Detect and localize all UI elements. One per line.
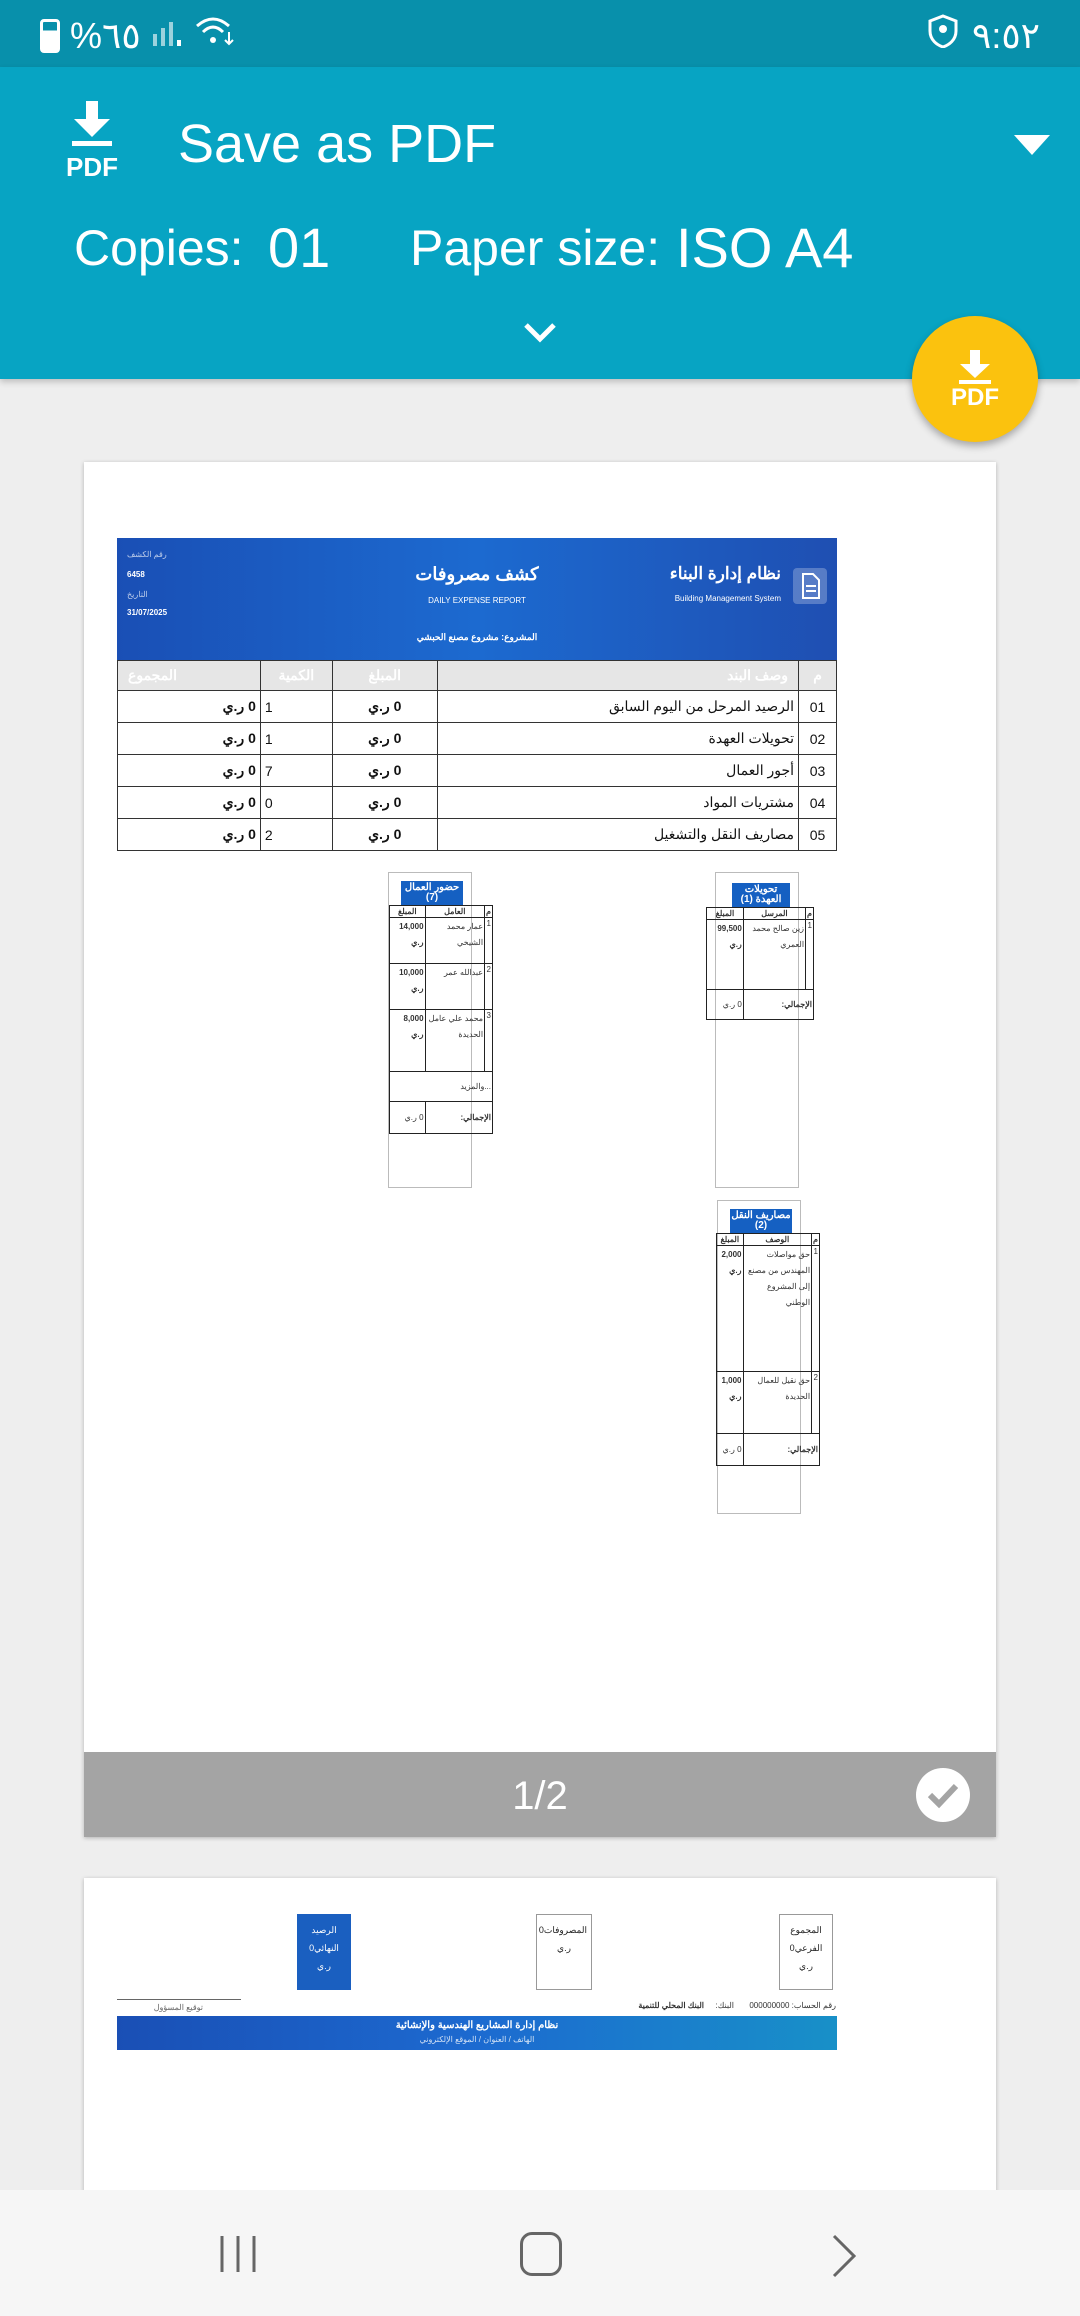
paper-size-value[interactable]: ISO A4 [676, 215, 853, 280]
printer-select[interactable]: Save as PDF [178, 113, 496, 175]
table-row: 04 مشتريات المواد 0 ر.ي 0 0 ر.ي [117, 786, 837, 819]
battery-icon [40, 18, 60, 53]
page-indicator: 1/2 [512, 1774, 568, 1818]
signature-label: توقيع المسؤول [153, 2003, 203, 2012]
final-balance-box: الرصيد النهائي0 ر.ي [297, 1914, 351, 1990]
transport-title: مصاريف النقل (2) [730, 1209, 792, 1233]
sheet-no-label: رقم الكشف [127, 550, 167, 559]
home-button[interactable] [520, 2232, 562, 2276]
table-row: 02 تحويلات العهدة 0 ر.ي 1 0 ر.ي [117, 722, 837, 755]
date: 31/07/2025 [127, 608, 168, 617]
pdf-download-icon: PDF [52, 99, 132, 182]
transfers-title: تحويلات العهدة (1) [732, 883, 790, 907]
account-number: رقم الحساب: 000000000 [749, 2001, 836, 2010]
fab-label: PDF [951, 384, 999, 411]
recent-apps-button[interactable] [216, 2234, 260, 2274]
printer-dropdown-icon[interactable] [1014, 135, 1050, 155]
signal-icon [151, 14, 185, 57]
clock: ٩:٥٢ [971, 14, 1040, 56]
date-label: التاريخ [127, 590, 148, 599]
sheet-no: 6458 [127, 570, 145, 579]
col-qty: الكمية [259, 660, 333, 691]
paper-size-label: Paper size: [410, 220, 661, 276]
copies-value[interactable]: 01 [268, 215, 330, 280]
transport-card: مصاريف النقل (2) م الوصف المبلغ 1 حق مواصلا… [716, 1200, 821, 1514]
battery-level: %٦٥ [70, 14, 141, 56]
col-desc: وصف البند [436, 660, 800, 691]
download-pdf-button[interactable]: PDF [912, 316, 1038, 442]
final-balance-value: الرصيد النهائي0 ر.ي [309, 1925, 339, 1971]
col-total: المجموع [117, 660, 261, 691]
subtotal-box: المجموع الفرعي0 ر.ي [779, 1914, 833, 1990]
report-footer: نظام إدارة المشاريع الهندسية والإنشائية … [117, 2016, 837, 2050]
subtotal-value: المجموع الفرعي0 ر.ي [789, 1925, 823, 1971]
expenses-box: المصروفات0 ر.ي [536, 1914, 592, 1990]
footer-title: نظام إدارة المشاريع الهندسية والإنشائية [395, 2020, 559, 2031]
workers-card: حضور العمال (7) م العامل المبلغ 1 عمار محمد… [388, 872, 494, 1188]
bank-label: البنك: [715, 2001, 734, 2010]
status-bar: %٦٥ ٩:٥٢ [0, 0, 1080, 67]
preview-page-1[interactable]: نظام إدارة البناء Building Management Sy… [84, 462, 996, 1837]
report-banner: نظام إدارة البناء Building Management Sy… [117, 538, 837, 660]
workers-title: حضور العمال (7) [401, 881, 463, 905]
col-amount: المبلغ [331, 660, 438, 691]
table-row: 03 أجور العمال 0 ر.ي 7 0 ر.ي [117, 754, 837, 787]
expense-table: م وصف البند المبلغ الكمية المجموع 01 الرص… [117, 660, 837, 851]
expenses-value: المصروفات0 ر.ي [538, 1925, 587, 1953]
navigation-bar [0, 2190, 1080, 2316]
shield-icon [928, 14, 958, 57]
transfers-card: تحويلات العهدة (1) م المرسل المبلغ 1 زين صا… [706, 872, 815, 1188]
table-row: 05 مصاريف النقل والتشغيل 0 ر.ي 2 0 ر.ي [117, 818, 837, 851]
signature-line [117, 1999, 241, 2000]
table-row: 01 الرصيد المرحل من اليوم السابق 0 ر.ي 1 0 ر… [117, 690, 837, 723]
project-name: المشروع: مشروع مصنع الحبشي [416, 632, 538, 642]
col-no: م [798, 660, 837, 691]
system-title: نظام إدارة البناء [669, 564, 781, 583]
page-selected-checkbox[interactable] [916, 1768, 970, 1822]
footer-contact: الهاتف / العنوان / الموقع الإلكتروني [419, 2035, 535, 2044]
print-header: PDF Save as PDF Copies: 01 Paper size: I… [0, 67, 1080, 379]
bank-name: البنك المحلي للتنمية [638, 2001, 704, 2010]
page-select-bar[interactable]: 1/2 [84, 1752, 996, 1837]
copies-label: Copies: [74, 220, 244, 276]
report-title: كشف مصروفات [415, 564, 539, 584]
report-subtitle: DAILY EXPENSE REPORT [428, 596, 526, 605]
chevron-down-icon[interactable] [520, 317, 560, 347]
document-icon [793, 568, 827, 604]
system-subtitle: Building Management System [674, 594, 781, 603]
back-button[interactable] [828, 2234, 858, 2278]
wifi-icon [195, 14, 235, 57]
